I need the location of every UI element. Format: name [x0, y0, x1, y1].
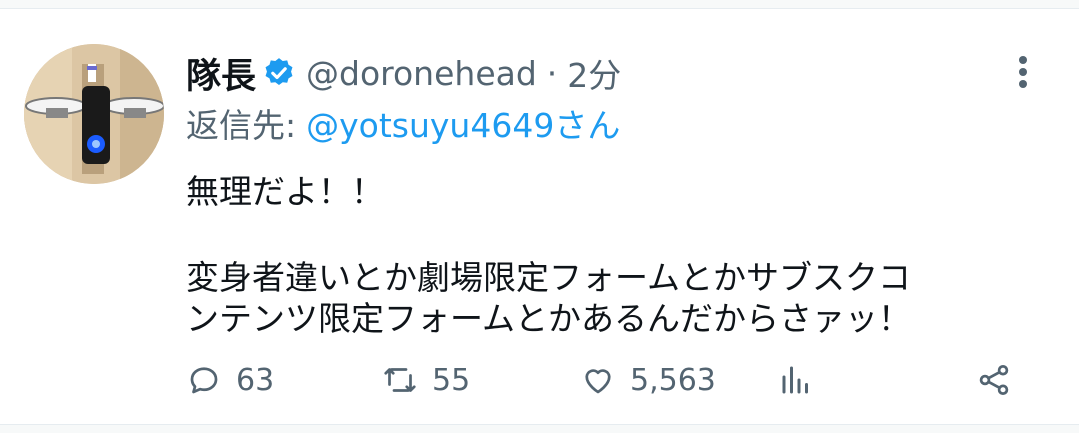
retweet-count: 55	[432, 362, 471, 398]
user-handle[interactable]: @doronehead	[306, 54, 537, 93]
reply-icon	[186, 362, 222, 398]
retweet-button[interactable]: 55	[382, 358, 470, 402]
like-count: 5,563	[630, 362, 716, 398]
verified-badge-icon	[262, 56, 296, 90]
timestamp[interactable]: 2分	[567, 49, 621, 97]
reply-context: 返信先: @yotsuyu4649さん	[186, 100, 620, 146]
retweet-icon	[382, 362, 418, 398]
like-icon	[580, 362, 616, 398]
tweet-actions: 63 55 5,563	[186, 358, 1036, 402]
tweet-header: 隊長 @doronehead · 2分	[186, 48, 621, 98]
stats-button[interactable]	[778, 358, 814, 402]
reply-count: 63	[236, 362, 275, 398]
reply-to-link[interactable]: @yotsuyu4649さん	[306, 99, 620, 147]
more-options-icon[interactable]	[1008, 52, 1038, 92]
avatar-image	[24, 44, 164, 184]
avatar[interactable]	[24, 44, 164, 184]
tweet-text-line-3: ンテンツ限定フォームとかあるんだからさァッ！	[186, 299, 912, 338]
stats-icon	[778, 362, 814, 398]
reply-prefix: 返信先:	[186, 106, 297, 145]
tweet-text-line-1: 無理だよ！！	[186, 172, 384, 211]
like-button[interactable]: 5,563	[580, 358, 716, 402]
share-button[interactable]	[976, 358, 1012, 402]
share-icon	[976, 362, 1012, 398]
display-name[interactable]: 隊長	[186, 48, 256, 99]
separator-dot: ·	[546, 53, 558, 93]
reply-button[interactable]: 63	[186, 358, 274, 402]
top-divider	[0, 0, 1079, 9]
